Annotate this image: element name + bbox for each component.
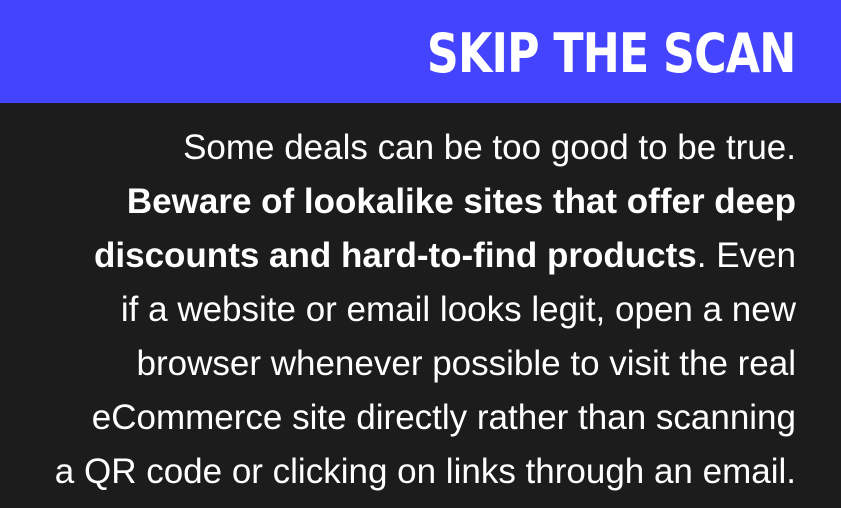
paragraph-line-3-emphasis: discounts and hard-to-find products [94,236,697,275]
paragraph-line-7: a QR code or clicking on links through a… [54,452,796,491]
paragraph-line-2-emphasis: Beware of lookalike sites that offer dee… [126,182,796,221]
paragraph-line-3-rest: . Even [696,236,796,275]
paragraph-line-3: discounts and hard-to-find products. Eve… [0,229,796,283]
paragraph-line-4: if a website or email looks legit, open … [120,290,796,329]
article-paragraph: Some deals can be too good to be true. B… [0,121,796,499]
paragraph-line-6: eCommerce site directly rather than scan… [91,398,796,437]
header-banner: SKIP THE SCAN [0,0,841,103]
paragraph-line-1: Some deals can be too good to be true. [183,128,796,167]
paragraph-line-5: browser whenever possible to visit the r… [136,344,796,383]
page-title: SKIP THE SCAN [426,22,795,85]
page: SKIP THE SCAN Some deals can be too good… [0,0,841,508]
